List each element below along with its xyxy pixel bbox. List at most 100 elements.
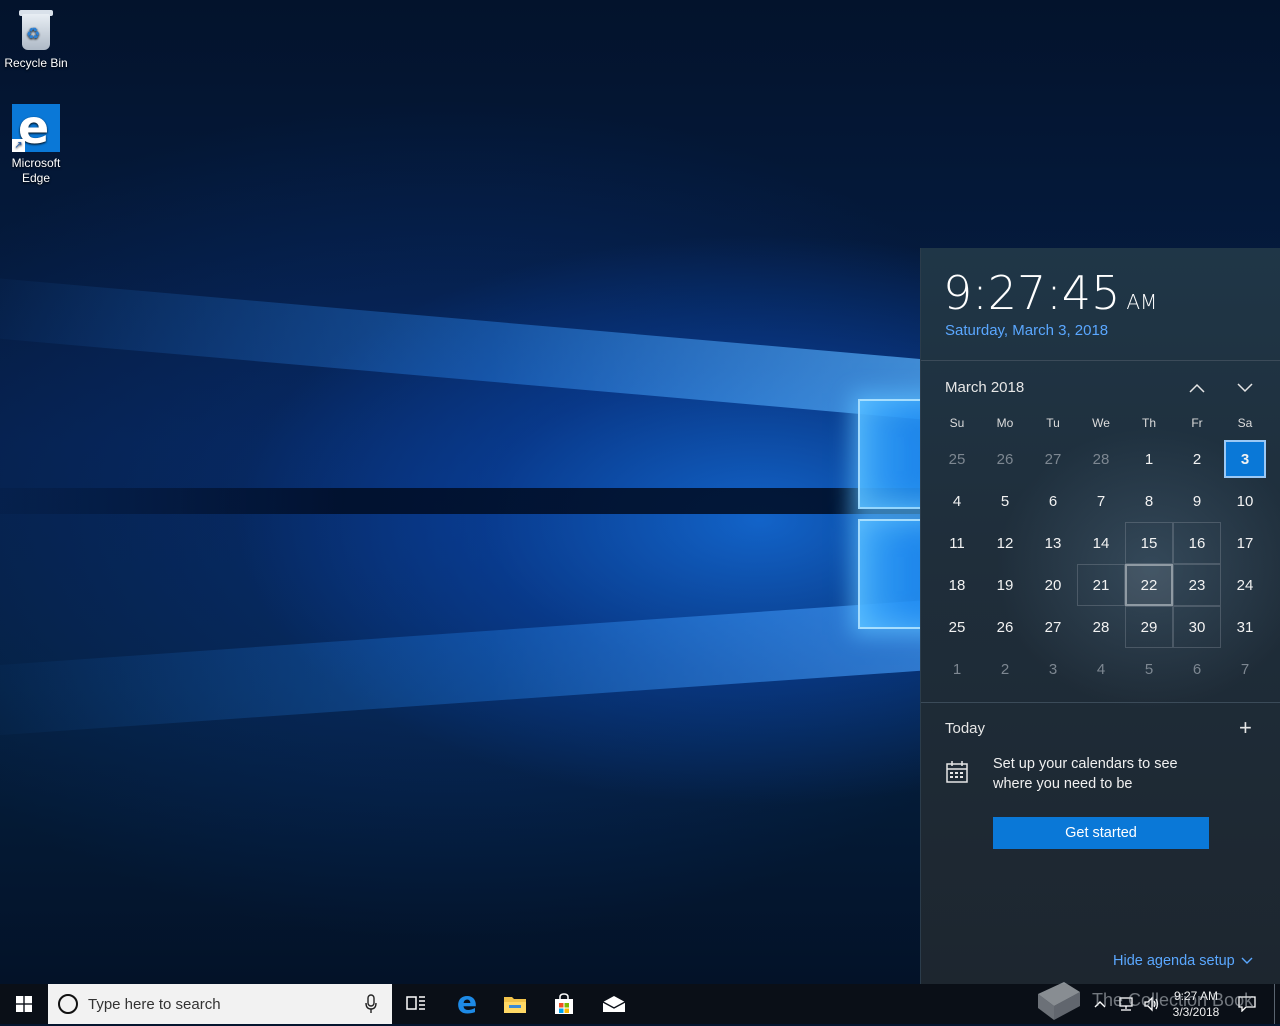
chevron-down-icon — [1237, 383, 1253, 393]
calendar-day[interactable]: 21 — [1077, 564, 1125, 606]
folder-icon — [504, 997, 526, 1013]
calendar-week-row: 11 12 13 14 15 16 17 — [933, 522, 1269, 564]
calendar-icon — [946, 761, 968, 783]
agenda-setup-message: Set up your calendars to see where you n… — [993, 756, 1178, 792]
desktop-icon-label: Microsoft — [11, 156, 61, 170]
calendar-day[interactable]: 24 — [1221, 564, 1269, 606]
calendar-weeks: 25 26 27 28 1 2 3 4 5 6 7 8 9 10 11 12 13 14 15 16 17 18 19 20 2… — [933, 438, 1269, 690]
clock-time: 9:27:45 AM — [943, 266, 1158, 320]
calendar-day[interactable]: 25 — [933, 438, 981, 480]
calendar-day[interactable]: 26 — [981, 438, 1029, 480]
calendar-day[interactable]: 31 — [1221, 606, 1269, 648]
weekday-header: Sa — [1237, 416, 1253, 430]
cortana-icon — [58, 994, 78, 1014]
weekday-header: Fr — [1191, 416, 1203, 430]
calendar-day[interactable]: 10 — [1221, 480, 1269, 522]
calendar-day[interactable]: 12 — [981, 522, 1029, 564]
calendar-day[interactable]: 2 — [981, 648, 1029, 690]
calendar-day[interactable]: 3 — [1029, 648, 1077, 690]
calendar-day[interactable]: 19 — [981, 564, 1029, 606]
watermark-text: The Collection Book — [1092, 990, 1254, 1010]
taskbar: Type here to search e 9:27 AM 3/3/2018 — [0, 984, 1280, 1024]
calendar-day[interactable]: 27 — [1029, 606, 1077, 648]
taskbar-file-explorer-button[interactable] — [491, 984, 539, 1024]
taskbar-edge-button[interactable]: e — [443, 984, 491, 1024]
calendar-day[interactable]: 18 — [933, 564, 981, 606]
desktop-icon-label: Recycle Bin — [4, 56, 68, 70]
add-event-button[interactable]: + — [1239, 717, 1252, 739]
hide-agenda-setup-link[interactable]: Hide agenda setup — [1113, 953, 1253, 969]
calendar-day[interactable]: 1 — [933, 648, 981, 690]
calendar-day[interactable]: 4 — [933, 480, 981, 522]
wallpaper-light-beam — [0, 274, 933, 420]
calendar-day[interactable]: 30 — [1173, 606, 1221, 648]
calendar-day[interactable]: 11 — [933, 522, 981, 564]
calendar-day[interactable]: 2 — [1173, 438, 1221, 480]
taskbar-store-button[interactable] — [540, 984, 588, 1024]
calendar-day[interactable]: 28 — [1077, 606, 1125, 648]
calendar-day[interactable]: 4 — [1077, 648, 1125, 690]
clock-calendar-flyout: 9:27:45 AM Saturday, March 3, 2018 March … — [920, 248, 1280, 984]
calendar-day-today[interactable]: 3 — [1221, 438, 1269, 480]
previous-month-button[interactable] — [1184, 376, 1210, 400]
taskbar-search-box[interactable]: Type here to search — [48, 984, 392, 1024]
calendar-day[interactable]: 23 — [1173, 564, 1221, 606]
calendar-day[interactable]: 22 — [1125, 564, 1173, 606]
task-view-button[interactable] — [392, 984, 440, 1024]
calendar-day[interactable]: 13 — [1029, 522, 1077, 564]
weekday-header: Th — [1141, 416, 1156, 430]
search-placeholder: Type here to search — [88, 996, 221, 1013]
wallpaper-shadow-band — [0, 488, 930, 514]
calendar-day[interactable]: 16 — [1173, 522, 1221, 564]
shortcut-arrow-icon: ↗ — [12, 139, 25, 152]
weekday-header: Tu — [1046, 416, 1060, 430]
calendar-day[interactable]: 7 — [1221, 648, 1269, 690]
start-button[interactable] — [0, 984, 48, 1024]
calendar-day[interactable]: 6 — [1173, 648, 1221, 690]
calendar-week-row: 18 19 20 21 22 23 24 — [933, 564, 1269, 606]
show-desktop-button[interactable] — [1274, 984, 1280, 1024]
calendar-day[interactable]: 20 — [1029, 564, 1077, 606]
calendar-day[interactable]: 6 — [1029, 480, 1077, 522]
calendar-day[interactable]: 8 — [1125, 480, 1173, 522]
calendar-day[interactable]: 7 — [1077, 480, 1125, 522]
next-month-button[interactable] — [1232, 376, 1258, 400]
weekday-header: We — [1092, 416, 1110, 430]
weekday-header-row: Su Mo Tu We Th Fr Sa — [933, 416, 1269, 436]
calendar-week-row: 25 26 27 28 1 2 3 — [933, 438, 1269, 480]
calendar-day[interactable]: 5 — [981, 480, 1029, 522]
calendar-day[interactable]: 28 — [1077, 438, 1125, 480]
calendar-day[interactable]: 5 — [1125, 648, 1173, 690]
weekday-header: Mo — [996, 416, 1014, 430]
month-year-label[interactable]: March 2018 — [945, 379, 1024, 396]
calendar-day[interactable]: 25 — [933, 606, 981, 648]
calendar-day[interactable]: 9 — [1173, 480, 1221, 522]
divider — [921, 360, 1280, 361]
microphone-icon[interactable] — [364, 994, 378, 1014]
long-date-link[interactable]: Saturday, March 3, 2018 — [945, 322, 1108, 339]
desktop-icon-label: Edge — [21, 171, 51, 185]
calendar-day[interactable]: 15 — [1125, 522, 1173, 564]
task-view-icon — [406, 996, 425, 1010]
calendar-day[interactable]: 17 — [1221, 522, 1269, 564]
hide-agenda-label: Hide agenda setup — [1113, 953, 1235, 969]
calendar-week-row: 25 26 27 28 29 30 31 — [933, 606, 1269, 648]
book-logo-icon — [1038, 982, 1080, 1020]
calendar-week-row: 4 5 6 7 8 9 10 — [933, 480, 1269, 522]
divider — [921, 702, 1280, 703]
get-started-button[interactable]: Get started — [993, 817, 1209, 849]
calendar-day-number: 3 — [1224, 440, 1266, 478]
calendar-day[interactable]: 1 — [1125, 438, 1173, 480]
chevron-down-icon — [1241, 953, 1253, 969]
desktop-icon-microsoft-edge[interactable]: e ↗ Microsoft Edge — [0, 100, 72, 186]
calendar-day[interactable]: 29 — [1125, 606, 1173, 648]
calendar-day[interactable]: 26 — [981, 606, 1029, 648]
calendar-day[interactable]: 27 — [1029, 438, 1077, 480]
weekday-header: Su — [949, 416, 965, 430]
mail-icon — [602, 996, 626, 1012]
edge-icon: e ↗ — [12, 100, 60, 154]
calendar-day[interactable]: 14 — [1077, 522, 1125, 564]
taskbar-mail-button[interactable] — [590, 984, 638, 1024]
desktop-icon-recycle-bin[interactable]: ♻ Recycle Bin — [0, 6, 72, 70]
chevron-up-icon — [1189, 383, 1205, 393]
